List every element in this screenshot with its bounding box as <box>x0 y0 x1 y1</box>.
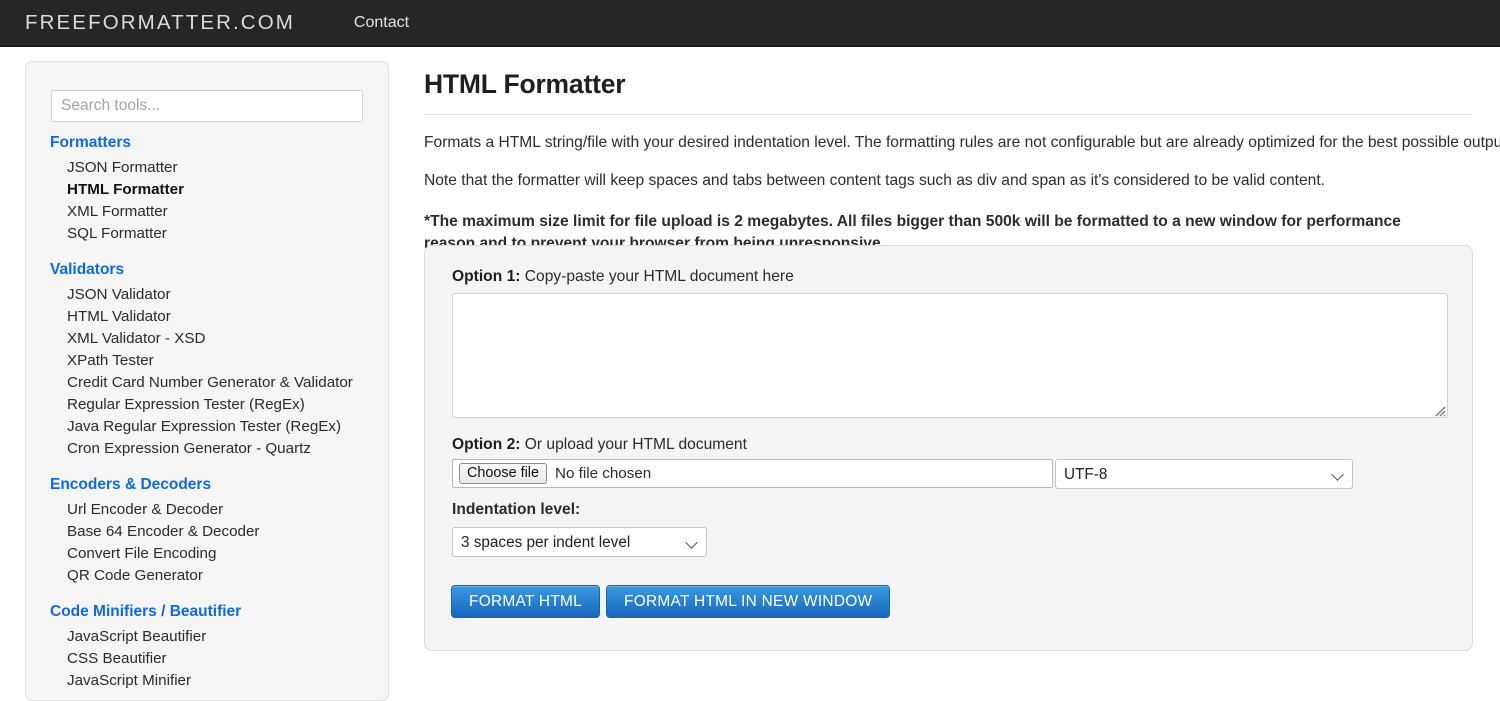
indentation-label: Indentation level: <box>452 501 581 518</box>
description-paragraph-1: Formats a HTML string/file with your des… <box>424 134 1500 151</box>
sidebar-group: Formatters JSON Formatter HTML Formatter XM… <box>26 134 388 245</box>
option2-prefix: Option 2: <box>452 436 521 453</box>
sidebar-item-json-formatter[interactable]: JSON Formatter <box>26 157 388 179</box>
sidebar-group-heading: Validators <box>50 261 125 278</box>
option2-label: Option 2: Or upload your HTML document <box>452 436 747 454</box>
sidebar-item-json-validator[interactable]: JSON Validator <box>26 284 388 306</box>
page-title: HTML Formatter <box>424 69 626 99</box>
encoding-select-wrapper: UTF-8ISO-8859-1US-ASCIIUTF-16 <box>1055 459 1353 489</box>
file-status-text: No file chosen <box>555 465 652 482</box>
encoding-select[interactable]: UTF-8ISO-8859-1US-ASCIIUTF-16 <box>1055 459 1353 489</box>
indentation-select-wrapper: 1 space per indent level2 spaces per ind… <box>452 527 707 557</box>
nav-item-contact[interactable]: Contact <box>354 14 409 32</box>
main-content: HTML Formatter Formats a HTML string/fil… <box>424 61 1500 271</box>
sidebar-item-html-formatter[interactable]: HTML Formatter <box>26 179 388 201</box>
sidebar-item-cron-expression-generator-quartz[interactable]: Cron Expression Generator - Quartz <box>26 438 388 460</box>
action-button-row: FORMAT HTML FORMAT HTML IN NEW WINDOW <box>451 585 891 618</box>
title-divider <box>424 114 1472 115</box>
option1-text: Copy-paste your HTML document here <box>520 268 794 285</box>
site-logo[interactable]: FREEFORMATTER.COM <box>25 11 295 35</box>
sidebar-item-convert-file-encoding[interactable]: Convert File Encoding <box>26 543 388 565</box>
sidebar-tool-list: Formatters JSON Formatter HTML Formatter XM… <box>26 134 388 692</box>
sidebar-item-xpath-tester[interactable]: XPath Tester <box>26 350 388 372</box>
sidebar-group-heading: Encoders & Decoders <box>50 476 212 493</box>
sidebar-item-javascript-beautifier[interactable]: JavaScript Beautifier <box>26 626 388 648</box>
sidebar-group: Encoders & Decoders Url Encoder & Decoder… <box>26 476 388 587</box>
top-navigation-bar: FREEFORMATTER.COM Contact <box>0 0 1500 47</box>
sidebar-item-javascript-minifier[interactable]: JavaScript Minifier <box>26 670 388 692</box>
description-paragraph-2: Note that the formatter will keep spaces… <box>424 172 1326 189</box>
sidebar-item-xml-formatter[interactable]: XML Formatter <box>26 201 388 223</box>
sidebar-item-qr-code-generator[interactable]: QR Code Generator <box>26 565 388 587</box>
sidebar-group: Code Minifiers / Beautifier JavaScript Be… <box>26 603 388 692</box>
sidebar-item-url-encoder-decoder[interactable]: Url Encoder & Decoder <box>26 499 388 521</box>
sidebar-item-base-64-encoder-decoder[interactable]: Base 64 Encoder & Decoder <box>26 521 388 543</box>
sidebar-item-java-regular-expression-tester-regex[interactable]: Java Regular Expression Tester (RegEx) <box>26 416 388 438</box>
sidebar-group-heading: Formatters <box>50 134 131 151</box>
sidebar-item-html-validator[interactable]: HTML Validator <box>26 306 388 328</box>
choose-file-button[interactable]: Choose file <box>459 463 547 484</box>
file-input[interactable]: Choose file No file chosen <box>452 459 1053 488</box>
option1-label: Option 1: Copy-paste your HTML document … <box>452 268 794 286</box>
sidebar-group: Validators JSON Validator HTML Validator XM… <box>26 261 388 460</box>
option1-prefix: Option 1: <box>452 268 521 285</box>
search-input[interactable] <box>51 90 363 122</box>
sidebar-group-heading: Code Minifiers / Beautifier <box>50 603 242 620</box>
sidebar-item-xml-validator-xsd[interactable]: XML Validator - XSD <box>26 328 388 350</box>
format-html-button[interactable]: FORMAT HTML <box>451 585 601 618</box>
sidebar-item-credit-card-number-generator-validator[interactable]: Credit Card Number Generator & Validator <box>26 372 388 394</box>
option2-text: Or upload your HTML document <box>520 436 747 453</box>
html-input-textarea[interactable] <box>452 293 1448 418</box>
file-upload-row: Choose file No file chosen <box>452 459 1053 488</box>
sidebar-item-sql-formatter[interactable]: SQL Formatter <box>26 223 388 245</box>
sidebar: FormattersJSON FormatterHTML FormatterXM… <box>25 61 389 701</box>
sidebar-item-regular-expression-tester-regex[interactable]: Regular Expression Tester (RegEx) <box>26 394 388 416</box>
formatter-form-panel: Option 1: Copy-paste your HTML document … <box>424 245 1473 651</box>
format-html-new-window-button[interactable]: FORMAT HTML IN NEW WINDOW <box>606 585 891 618</box>
sidebar-item-css-beautifier[interactable]: CSS Beautifier <box>26 648 388 670</box>
indentation-select[interactable]: 1 space per indent level2 spaces per ind… <box>452 527 707 557</box>
